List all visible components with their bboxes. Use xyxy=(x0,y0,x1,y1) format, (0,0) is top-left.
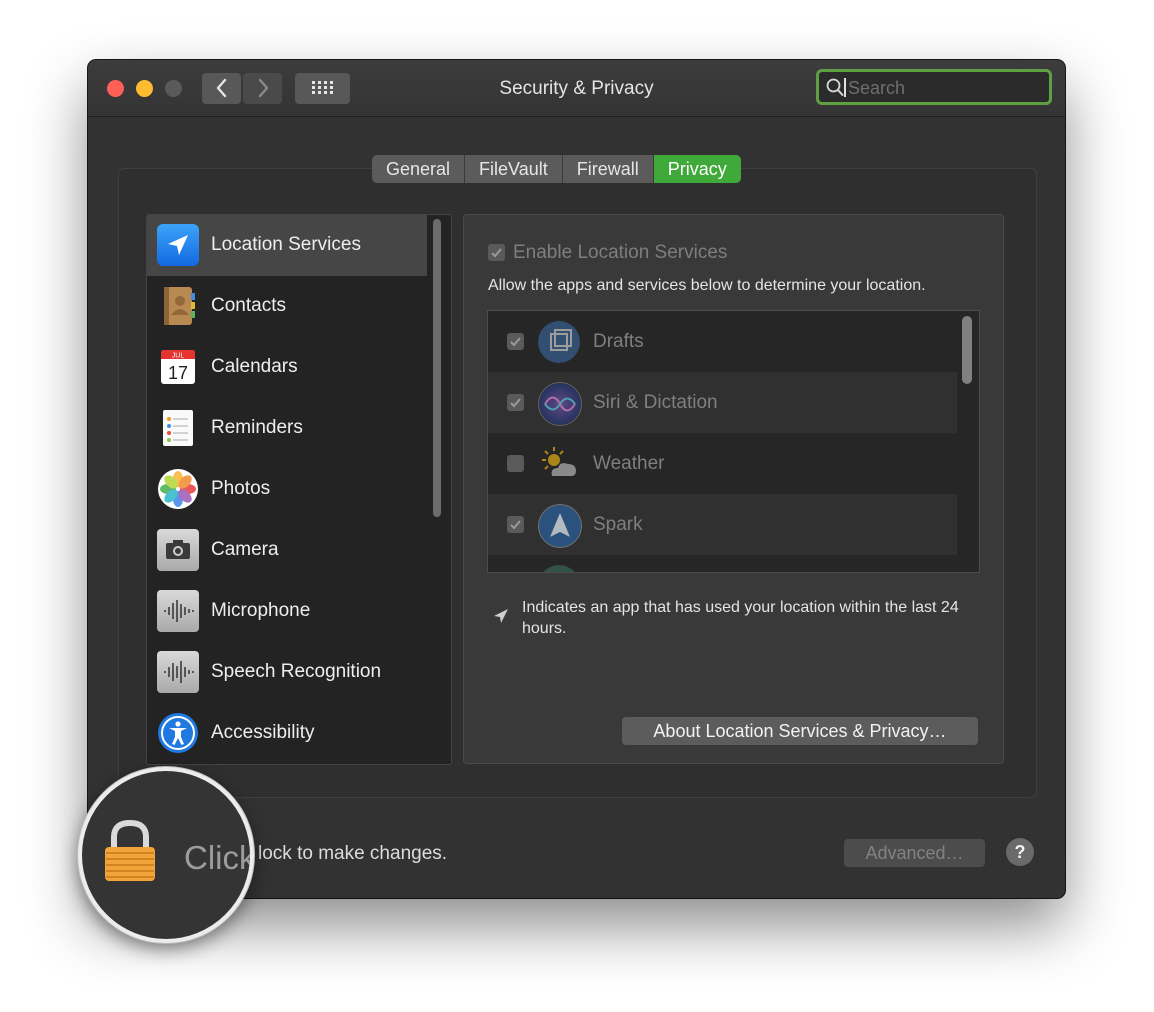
security-privacy-window: Security & Privacy General FileVault Fir… xyxy=(88,60,1065,898)
sidebar-item-label: Accessibility xyxy=(211,722,315,743)
checkmark-icon xyxy=(491,248,502,258)
photos-flower-icon xyxy=(157,468,199,510)
search-field[interactable] xyxy=(816,69,1052,105)
location-services-panel: Enable Location Services Allow the apps … xyxy=(463,214,1004,764)
sidebar-item-label: Contacts xyxy=(211,295,286,316)
app-checkbox[interactable] xyxy=(507,333,524,350)
siri-icon xyxy=(538,382,582,426)
app-checkbox[interactable] xyxy=(507,394,524,411)
list-item[interactable]: Weather xyxy=(488,433,957,494)
spark-app-icon xyxy=(538,504,582,548)
about-location-privacy-button[interactable]: About Location Services & Privacy… xyxy=(622,717,978,745)
checkmark-icon xyxy=(510,337,521,347)
help-button[interactable]: ? xyxy=(1006,838,1034,866)
recent-use-note: Indicates an app that has used your loca… xyxy=(522,599,959,637)
tab-bar: General FileVault Firewall Privacy xyxy=(372,155,741,183)
sidebar-item-speech-recognition[interactable]: Speech Recognition xyxy=(147,642,427,703)
lock-magnifier-callout: Click xyxy=(78,767,254,943)
list-item[interactable]: Drafts xyxy=(488,311,957,372)
tab-general[interactable]: General xyxy=(372,155,466,183)
location-arrow-icon xyxy=(494,609,508,623)
advanced-button[interactable]: Advanced… xyxy=(844,839,985,867)
app-checkbox[interactable] xyxy=(507,516,524,533)
sidebar-item-label: Microphone xyxy=(211,600,311,621)
enable-location-checkbox[interactable] xyxy=(488,244,505,261)
magnified-click-text: Click xyxy=(184,839,254,876)
title-bar: Security & Privacy xyxy=(88,60,1065,117)
list-item[interactable] xyxy=(488,555,957,572)
lock-message: lock to make changes. xyxy=(258,843,448,864)
calendar-icon: JUL 17 xyxy=(157,346,199,388)
calendar-day: 17 xyxy=(168,363,188,383)
location-description: Allow the apps and services below to det… xyxy=(488,277,926,294)
speech-waveform-icon xyxy=(157,651,199,693)
accessibility-person-icon xyxy=(157,712,199,754)
app-name: Drafts xyxy=(593,331,644,352)
privacy-category-list: Location Services Contacts JUL 17 Calend… xyxy=(146,214,452,765)
app-icon xyxy=(538,565,580,572)
enable-location-label: Enable Location Services xyxy=(513,242,728,263)
search-icon xyxy=(826,78,844,96)
sidebar-item-reminders[interactable]: Reminders xyxy=(147,398,427,459)
search-input[interactable] xyxy=(846,75,1050,101)
location-app-list: Drafts Siri & Dictation Weather Spark xyxy=(487,310,980,573)
sidebar-item-microphone[interactable]: Microphone xyxy=(147,581,427,642)
app-checkbox[interactable] xyxy=(507,455,524,472)
list-item[interactable]: Siri & Dictation xyxy=(488,372,957,433)
tab-privacy[interactable]: Privacy xyxy=(653,155,741,183)
sidebar-item-label: Calendars xyxy=(211,356,298,377)
app-name: Spark xyxy=(593,514,643,535)
sidebar-item-label: Reminders xyxy=(211,417,303,438)
sidebar-item-label: Location Services xyxy=(211,234,361,255)
sidebar-item-label: Speech Recognition xyxy=(211,661,382,682)
sidebar-item-photos[interactable]: Photos xyxy=(147,459,427,520)
app-name: Siri & Dictation xyxy=(593,392,718,413)
sidebar-item-location-services[interactable]: Location Services xyxy=(147,215,427,276)
drafts-app-icon xyxy=(538,321,580,363)
list-item[interactable]: Spark xyxy=(488,494,957,555)
contacts-book-icon xyxy=(157,285,199,327)
app-list-scrollbar[interactable] xyxy=(962,316,972,384)
tab-filevault[interactable]: FileVault xyxy=(465,155,563,183)
sidebar-item-accessibility[interactable]: Accessibility xyxy=(147,703,427,764)
sidebar-item-label: Photos xyxy=(211,478,271,499)
weather-sun-cloud-icon xyxy=(538,443,580,485)
lock-icon[interactable] xyxy=(102,819,158,885)
sidebar-item-label: Camera xyxy=(211,539,279,560)
app-name: Weather xyxy=(593,453,665,474)
tab-firewall[interactable]: Firewall xyxy=(562,155,654,183)
calendar-month: JUL xyxy=(172,353,185,360)
location-arrow-icon xyxy=(157,224,199,266)
sidebar-scrollbar[interactable] xyxy=(433,219,441,517)
camera-icon xyxy=(157,529,199,571)
checkmark-icon xyxy=(510,398,521,408)
checkmark-icon xyxy=(510,520,521,530)
microphone-waveform-icon xyxy=(157,590,199,632)
sidebar-item-contacts[interactable]: Contacts xyxy=(147,276,427,337)
sidebar-item-camera[interactable]: Camera xyxy=(147,520,427,581)
sidebar-item-calendars[interactable]: JUL 17 Calendars xyxy=(147,337,427,398)
reminders-list-icon xyxy=(157,407,199,449)
